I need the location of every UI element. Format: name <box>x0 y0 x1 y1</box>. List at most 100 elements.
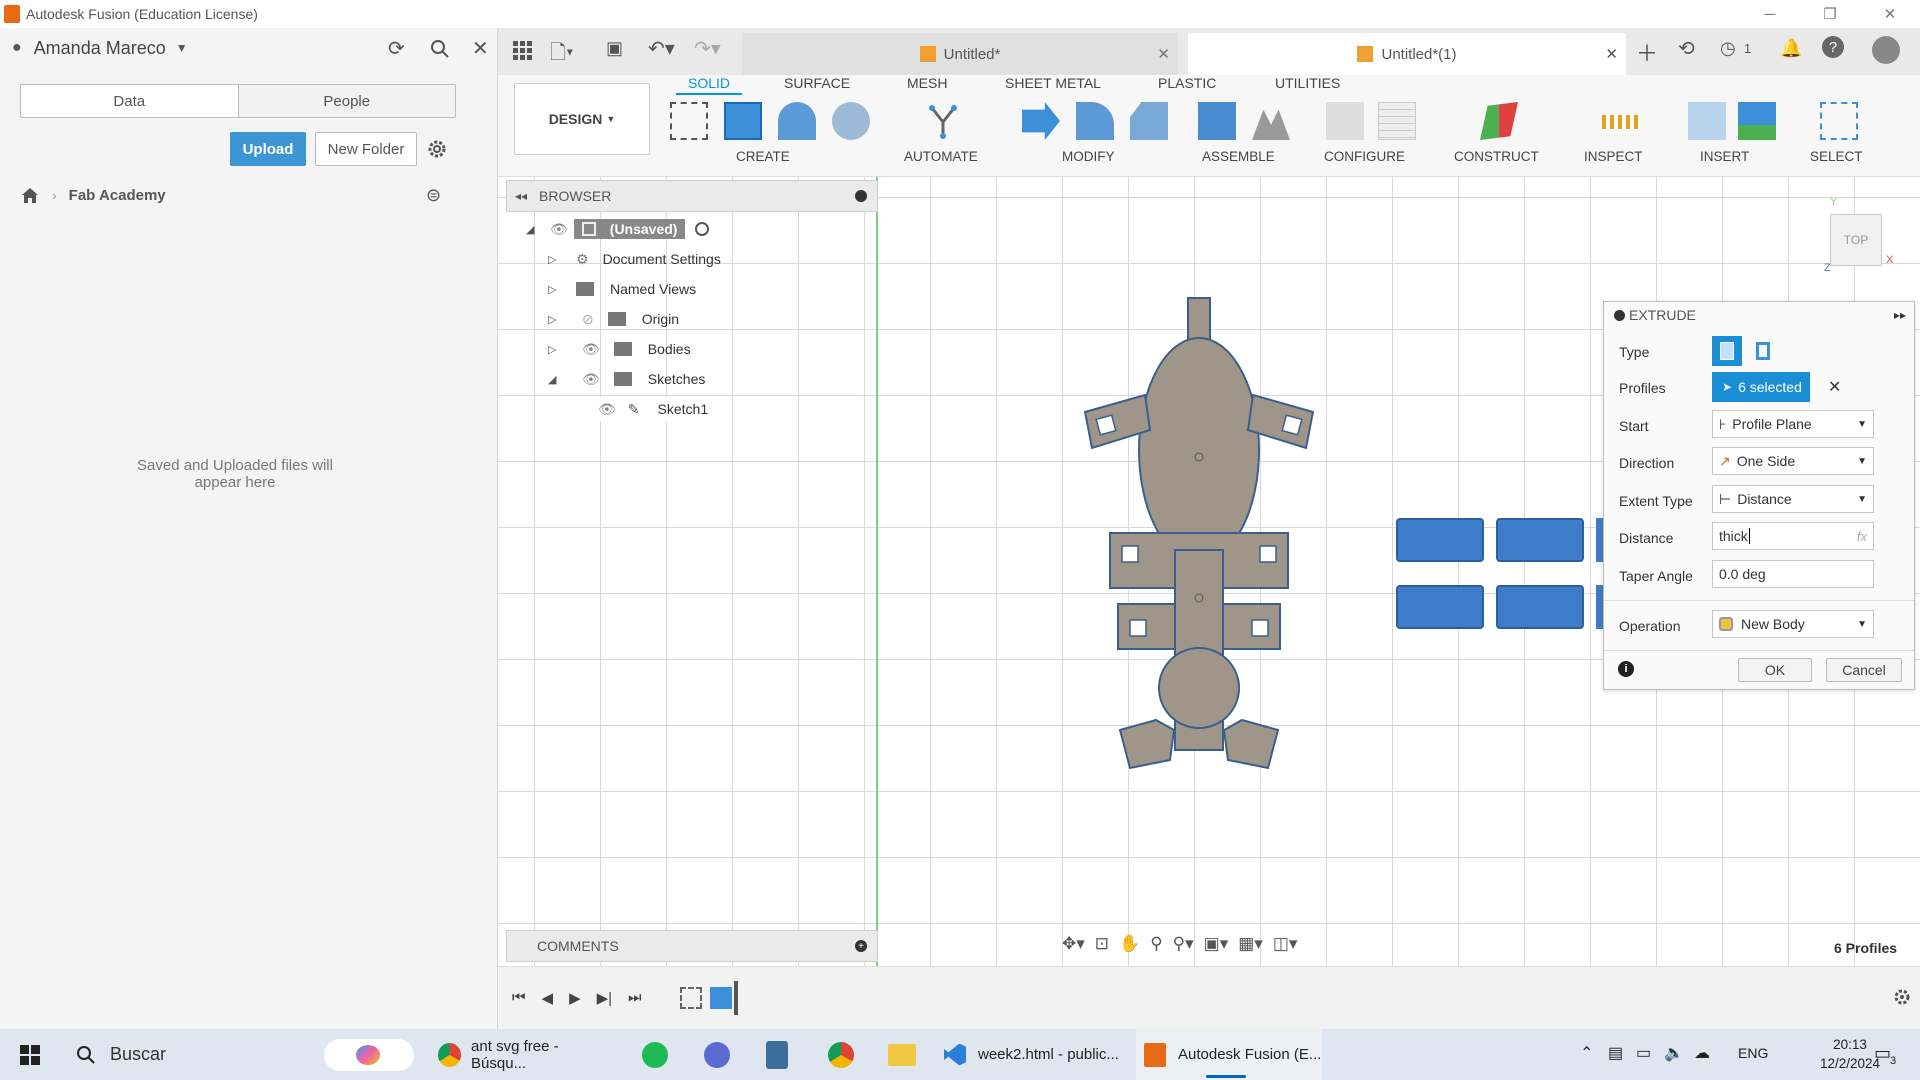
collapse-triangle-icon[interactable]: ◢ <box>548 373 562 386</box>
minimize-button[interactable]: ─ <box>1740 0 1800 28</box>
browser-root[interactable]: ◢ 👁 (Unsaved) <box>526 217 710 241</box>
profile-shape[interactable] <box>1396 518 1484 562</box>
expand-triangle-icon[interactable]: ◢ <box>526 223 540 236</box>
search-icon[interactable] <box>430 39 450 59</box>
tab-mesh[interactable]: MESH <box>907 75 947 91</box>
tab-sheet-metal[interactable]: SHEET METAL <box>1005 75 1101 91</box>
comments-panel-header[interactable]: COMMENTS + <box>506 930 878 962</box>
browser-item-bodies[interactable]: ▷ 👁 Bodies <box>548 337 691 361</box>
profiles-selection[interactable]: ➤ 6 selected <box>1712 372 1810 402</box>
gecko-sketch[interactable] <box>1070 290 1340 780</box>
upload-button[interactable]: Upload <box>230 132 306 166</box>
expand-triangle-icon[interactable]: ▷ <box>548 313 562 326</box>
extent-type-dropdown[interactable]: ⊢ Distance ▼ <box>1712 485 1874 513</box>
user-name[interactable]: Amanda Mareco <box>34 38 166 59</box>
doc-tab-untitled-1[interactable]: Untitled*(1) ✕ <box>1188 33 1626 75</box>
tab-plastic[interactable]: PLASTIC <box>1158 75 1216 91</box>
offset-plane-icon[interactable] <box>1480 102 1518 140</box>
chevron-down-icon[interactable]: ▼ <box>176 41 188 55</box>
eye-icon[interactable]: 👁 <box>582 371 600 388</box>
eye-icon[interactable]: 👁 <box>550 221 568 238</box>
fillet-icon[interactable] <box>1076 102 1114 140</box>
zoom-icon[interactable]: ⚲ <box>1150 934 1162 954</box>
workspace-switcher[interactable]: DESIGN ▼ <box>514 83 650 155</box>
group-create[interactable]: CREATE <box>736 149 790 164</box>
tray-battery-icon[interactable]: ▭ <box>1636 1043 1651 1063</box>
measure-icon[interactable] <box>1602 115 1640 129</box>
language-indicator[interactable]: ENG <box>1738 1045 1768 1061</box>
step-back-icon[interactable]: ◀ <box>542 989 554 1007</box>
distance-input[interactable]: thick fx <box>1712 522 1874 550</box>
activate-radio-icon[interactable] <box>695 222 710 236</box>
type-solid-button[interactable] <box>1712 336 1742 366</box>
tray-onedrive-icon[interactable]: ☁ <box>1694 1043 1710 1063</box>
go-to-end-icon[interactable]: ⏭ <box>628 989 642 1007</box>
step-forward-icon[interactable]: ▶︎| <box>597 989 612 1007</box>
press-pull-icon[interactable] <box>1022 102 1060 140</box>
add-comment-icon[interactable]: + <box>855 940 867 952</box>
profile-shape[interactable] <box>1396 585 1484 629</box>
chamfer-icon[interactable] <box>1130 102 1168 140</box>
file-menu-icon[interactable]: 🗋▾ <box>550 38 573 72</box>
tray-volume-icon[interactable]: 🔈 <box>1664 1043 1684 1063</box>
browser-item-origin[interactable]: ▷ ⊘ Origin <box>548 307 679 331</box>
timeline-marker[interactable] <box>734 981 738 1015</box>
taper-angle-input[interactable]: 0.0 deg <box>1712 560 1874 588</box>
insert-derive-icon[interactable] <box>1688 102 1726 140</box>
home-icon[interactable] <box>20 186 40 204</box>
group-modify[interactable]: MODIFY <box>1062 149 1115 164</box>
fx-icon[interactable]: fx <box>1857 529 1867 544</box>
configure-icon[interactable] <box>1326 102 1364 140</box>
profile-shape[interactable] <box>1496 585 1584 629</box>
sketch-feature-icon[interactable] <box>680 987 702 1009</box>
cancel-button[interactable]: Cancel <box>1826 658 1902 682</box>
go-to-start-icon[interactable]: ⏮ <box>512 989 526 1007</box>
display-settings-icon[interactable]: ▣▾ <box>1204 934 1229 954</box>
doc-tab-untitled[interactable]: Untitled* ✕ <box>742 33 1178 75</box>
browser-item-named-views[interactable]: ▷ Named Views <box>548 277 696 301</box>
zoom-window-icon[interactable]: ⚲▾ <box>1173 934 1194 954</box>
collapse-left-icon[interactable]: ◂◂ <box>515 189 527 203</box>
windows-start-icon[interactable] <box>20 1045 40 1065</box>
redo-icon[interactable]: ↷▾ <box>694 36 721 61</box>
grid-settings-icon[interactable]: ▦▾ <box>1238 934 1263 954</box>
cloud-sync-icon[interactable]: ⊜ <box>426 185 441 206</box>
gear-icon[interactable] <box>426 138 448 160</box>
group-automate[interactable]: AUTOMATE <box>904 149 978 164</box>
group-select[interactable]: SELECT <box>1810 149 1863 164</box>
expand-dialog-icon[interactable]: ▸▸ <box>1894 308 1906 322</box>
new-component-icon[interactable] <box>1198 102 1236 140</box>
tray-network-icon[interactable]: ▤ <box>1608 1043 1623 1063</box>
extrude-icon[interactable] <box>724 102 762 140</box>
refresh-icon[interactable]: ⟳ <box>388 36 405 61</box>
save-icon[interactable]: ▣ <box>606 38 623 59</box>
type-thin-button[interactable] <box>1748 336 1778 366</box>
chevron-up-icon[interactable]: ⌃ <box>1580 1043 1593 1063</box>
browser-panel-header[interactable]: ◂◂ BROWSER <box>506 180 878 212</box>
hole-icon[interactable] <box>832 102 870 140</box>
info-icon[interactable]: i <box>1618 661 1634 677</box>
browser-item-sketch1[interactable]: 👁 ✎ Sketch1 <box>594 397 717 421</box>
create-sketch-icon[interactable] <box>670 102 708 140</box>
close-panel-icon[interactable]: ✕ <box>472 36 489 61</box>
viewcube[interactable]: TOP <box>1830 214 1882 266</box>
expand-triangle-icon[interactable]: ▷ <box>548 253 562 266</box>
new-folder-button[interactable]: New Folder <box>315 132 417 166</box>
direction-dropdown[interactable]: ↗ One Side ▼ <box>1712 447 1874 475</box>
collapse-icon[interactable] <box>1614 309 1625 321</box>
eye-hidden-icon[interactable]: ⊘ <box>582 311 594 328</box>
expand-triangle-icon[interactable]: ▷ <box>548 283 562 296</box>
tab-utilities[interactable]: UTILITIES <box>1275 75 1340 91</box>
close-tab-icon[interactable]: ✕ <box>1157 45 1170 63</box>
revolve-icon[interactable] <box>778 102 816 140</box>
copilot-button[interactable] <box>324 1039 414 1071</box>
close-tab-icon[interactable]: ✕ <box>1605 45 1618 63</box>
tab-data[interactable]: Data <box>21 85 238 117</box>
restore-button[interactable]: ❐ <box>1800 0 1860 28</box>
play-icon[interactable]: ▶ <box>569 989 581 1007</box>
insert-canvas-icon[interactable] <box>1738 102 1776 140</box>
browser-item-sketches[interactable]: ◢ 👁 Sketches <box>548 367 705 391</box>
table-icon[interactable] <box>1378 102 1416 140</box>
viewports-icon[interactable]: ◫▾ <box>1273 934 1298 954</box>
group-construct[interactable]: CONSTRUCT <box>1454 149 1539 164</box>
